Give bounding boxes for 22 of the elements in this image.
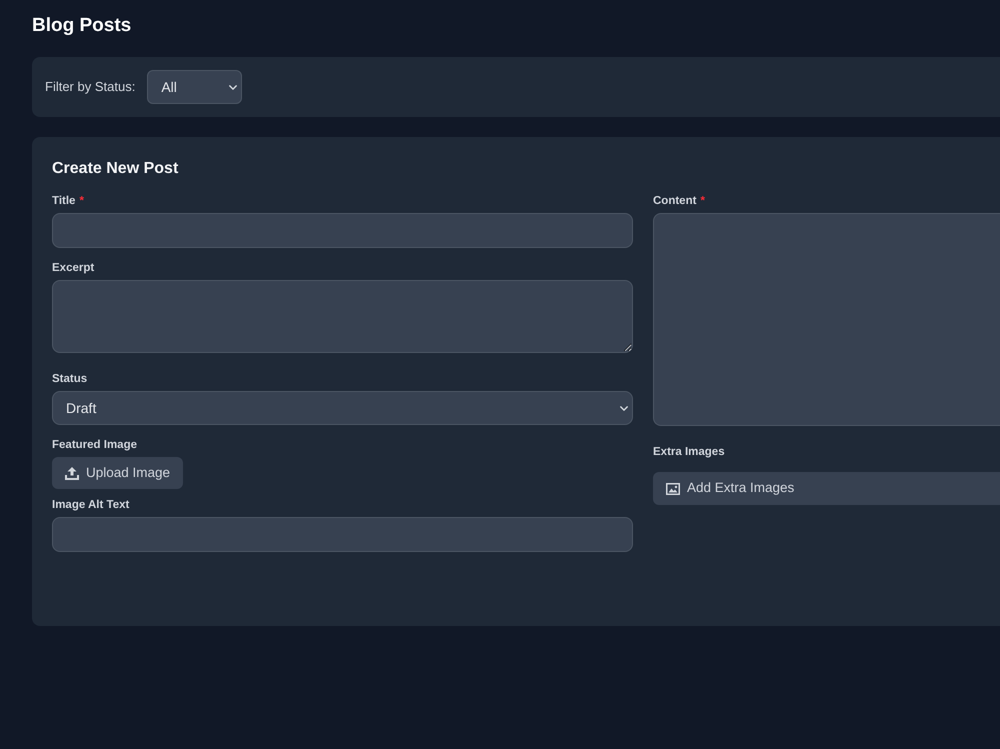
field-label: Status [52, 372, 88, 387]
field-label: Featured Image [52, 438, 137, 453]
status-select[interactable]: Draft [52, 391, 633, 425]
upload-icon [65, 466, 79, 480]
field-label: Excerpt [52, 261, 94, 276]
text-input[interactable] [52, 517, 633, 552]
form-title: Create New Post [52, 159, 178, 179]
add-images-button[interactable]: Add Extra Images [653, 472, 1000, 505]
filter-label: Filter by Status: [45, 78, 136, 96]
chevron-down-icon [620, 406, 628, 411]
text-input[interactable] [52, 213, 633, 248]
image-icon [666, 482, 680, 494]
field-label: Extra Images [653, 445, 725, 460]
upload-image-button[interactable]: Upload Image [52, 457, 184, 489]
field-label: Image Alt Text [52, 498, 130, 513]
field-label: Content * [653, 194, 705, 209]
text-area[interactable] [653, 213, 1000, 426]
chevron-down-icon [229, 85, 238, 90]
text-area[interactable] [52, 280, 633, 353]
page-title: Blog Posts [32, 14, 132, 38]
status-filter-select[interactable]: All [147, 70, 242, 104]
field-label: Title * [52, 194, 84, 209]
